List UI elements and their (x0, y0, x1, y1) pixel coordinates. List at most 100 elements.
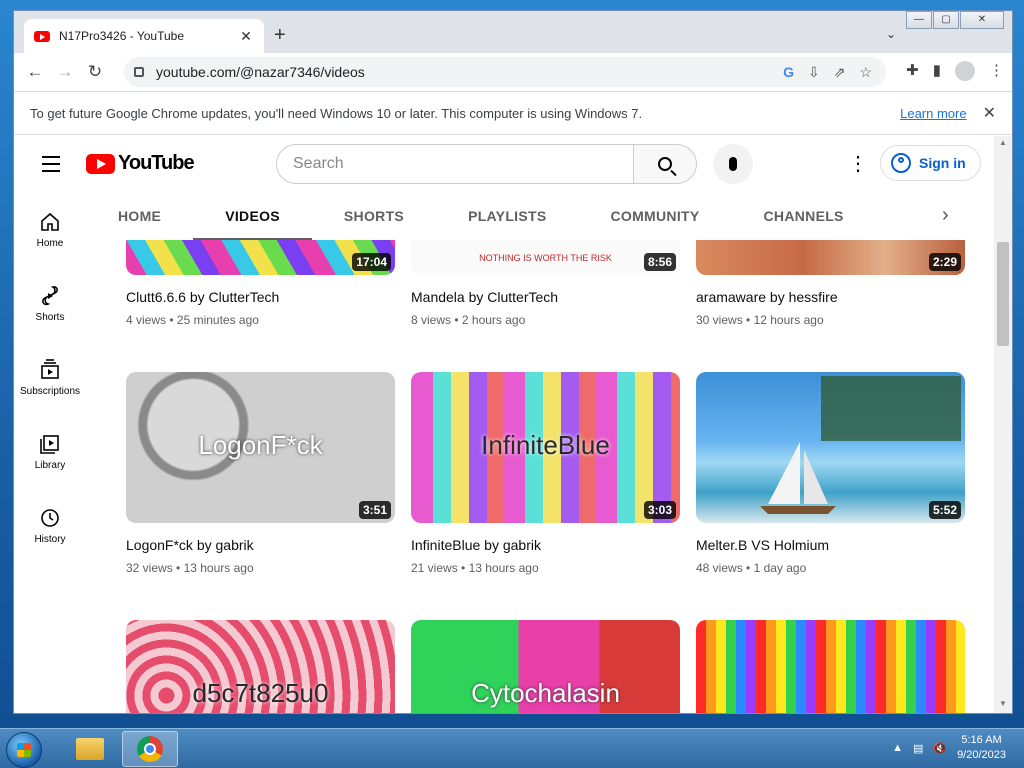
clock-time: 5:16 AM (961, 734, 1002, 746)
address-bar[interactable]: youtube.com/@nazar7346/videos G ⇩ ⇗ ☆ (124, 57, 886, 87)
tab-channels[interactable]: CHANNELS (732, 192, 876, 240)
video-card[interactable]: NOTHING IS WORTH THE RISK 8:56 Mandela b… (411, 240, 680, 327)
sidebar-item-history[interactable]: History (14, 488, 86, 558)
video-thumbnail[interactable]: Cytochalasin (411, 620, 680, 713)
video-meta: 4 views • 25 minutes ago (126, 313, 259, 327)
volume-muted-icon[interactable]: 🔇 (933, 742, 947, 755)
sidebar-item-subscriptions[interactable]: Subscriptions (14, 340, 86, 410)
upload-age: 13 hours ago (468, 561, 539, 575)
lock-icon[interactable] (134, 67, 144, 77)
video-title[interactable]: Clutt6.6.6 by ClutterTech (126, 289, 395, 305)
video-thumbnail[interactable] (696, 620, 965, 713)
video-meta: 21 views • 13 hours ago (411, 561, 539, 575)
browser-window: N17Pro3426 - YouTube ✕ + ⌄ — ▢ ✕ ← → ↻ y… (13, 10, 1013, 714)
video-thumbnail[interactable]: NOTHING IS WORTH THE RISK 8:56 (411, 240, 680, 275)
search-icon (658, 157, 672, 171)
window-controls: — ▢ ✕ (905, 11, 1004, 31)
video-card[interactable]: 17:04 Clutt6.6.6 by ClutterTech 4 views … (126, 240, 395, 327)
video-grid: 17:04 Clutt6.6.6 by ClutterTech 4 views … (86, 240, 996, 713)
video-card[interactable]: InfiniteBlue 3:03 InfiniteBlue by gabrik… (411, 372, 680, 575)
bookmark-star-icon[interactable]: ☆ (859, 64, 872, 81)
view-count: 8 views (411, 313, 452, 327)
view-count: 21 views (411, 561, 458, 575)
video-thumbnail[interactable]: 17:04 (126, 240, 395, 275)
scroll-down-arrow-icon[interactable]: ▼ (994, 699, 1012, 713)
search-input[interactable]: Search (276, 144, 634, 184)
share-icon[interactable]: ⇗ (834, 64, 846, 81)
view-count: 30 views (696, 313, 743, 327)
voice-search-button[interactable] (713, 144, 753, 184)
video-thumbnail[interactable]: d5c7t825u0 (126, 620, 395, 713)
video-title[interactable]: Melter.B VS Holmium (696, 537, 965, 553)
learn-more-link[interactable]: Learn more (900, 106, 966, 121)
browser-tab[interactable]: N17Pro3426 - YouTube ✕ (24, 19, 264, 53)
search-button[interactable] (633, 144, 697, 184)
video-title[interactable]: InfiniteBlue by gabrik (411, 537, 680, 553)
tab-community[interactable]: COMMUNITY (578, 192, 731, 240)
tab-close-icon[interactable]: ✕ (238, 28, 254, 45)
settings-menu-icon[interactable]: ⋮ (848, 152, 868, 176)
shorts-icon (42, 286, 58, 306)
forward-arrow-icon[interactable]: → (50, 62, 80, 82)
tab-playlists[interactable]: PLAYLISTS (436, 192, 578, 240)
tray-expand-icon[interactable]: ▲ (892, 742, 903, 754)
scroll-up-arrow-icon[interactable]: ▲ (994, 138, 1012, 152)
install-icon[interactable]: ⇩ (808, 64, 820, 81)
sidebar-item-home[interactable]: Home (14, 192, 86, 262)
page-scrollbar[interactable]: ▲ ▼ (994, 136, 1012, 713)
chevron-right-icon[interactable]: › (942, 204, 949, 227)
start-button[interactable] (6, 732, 42, 768)
tab-search-chevron-icon[interactable]: ⌄ (886, 27, 896, 41)
reload-icon[interactable]: ↻ (80, 62, 110, 82)
network-icon[interactable]: ▤ (913, 742, 923, 755)
video-thumbnail[interactable]: 2:29 (696, 240, 965, 275)
sidebar-item-shorts[interactable]: Shorts (14, 266, 86, 336)
url-text[interactable]: youtube.com/@nazar7346/videos (156, 64, 783, 80)
video-card[interactable] (696, 620, 965, 713)
taskbar-explorer[interactable] (62, 731, 118, 767)
sidebar-item-library[interactable]: Library (14, 414, 86, 484)
video-title[interactable]: LogonF*ck by gabrik (126, 537, 395, 553)
new-tab-icon[interactable]: + (274, 25, 286, 45)
extensions-icon[interactable]: ✚ (906, 61, 919, 81)
sidebar-label: Subscriptions (19, 386, 81, 397)
profile-avatar-icon[interactable] (955, 61, 975, 81)
video-card[interactable]: Cytochalasin (411, 620, 680, 713)
video-card[interactable]: 5:52 Melter.B VS Holmium 48 views • 1 da… (696, 372, 965, 575)
minimize-button[interactable]: — (906, 11, 932, 29)
back-arrow-icon[interactable]: ← (20, 62, 50, 82)
video-thumbnail[interactable]: LogonF*ck 3:51 (126, 372, 395, 523)
hamburger-menu-icon[interactable] (42, 156, 60, 177)
folder-icon (76, 738, 104, 760)
side-panel-icon[interactable]: ▮ (933, 61, 941, 81)
video-card[interactable]: LogonF*ck 3:51 LogonF*ck by gabrik 32 vi… (126, 372, 395, 575)
sign-in-label: Sign in (919, 155, 966, 171)
video-card[interactable]: d5c7t825u0 (126, 620, 395, 713)
tab-shorts[interactable]: SHORTS (312, 192, 436, 240)
close-window-button[interactable]: ✕ (960, 11, 1004, 29)
view-count: 32 views (126, 561, 173, 575)
scrollbar-thumb[interactable] (997, 242, 1009, 346)
taskbar-chrome[interactable] (122, 731, 178, 767)
video-title[interactable]: aramaware by hessfire (696, 289, 965, 305)
video-meta: 32 views • 13 hours ago (126, 561, 254, 575)
omnibox-actions: G ⇩ ⇗ ☆ (783, 64, 886, 81)
video-card[interactable]: 2:29 aramaware by hessfire 30 views • 12… (696, 240, 965, 327)
thumbnail-text: LogonF*ck (198, 430, 323, 460)
video-thumbnail[interactable]: InfiniteBlue 3:03 (411, 372, 680, 523)
clock[interactable]: 5:16 AM 9/20/2023 (957, 733, 1006, 763)
video-thumbnail[interactable]: 5:52 (696, 372, 965, 523)
system-tray: ▲ ▤ 🔇 5:16 AM 9/20/2023 (892, 733, 1006, 763)
video-meta: 30 views • 12 hours ago (696, 313, 824, 327)
tab-videos[interactable]: VIDEOS (193, 192, 312, 240)
video-title[interactable]: Mandela by ClutterTech (411, 289, 680, 305)
infobar-close-icon[interactable]: ✕ (983, 103, 996, 123)
youtube-logo[interactable]: YouTube (86, 152, 195, 175)
maximize-button[interactable]: ▢ (933, 11, 959, 29)
thumbnail-caption: NOTHING IS WORTH THE RISK (479, 253, 612, 263)
chrome-menu-icon[interactable]: ⋮ (989, 61, 1004, 81)
sign-in-button[interactable]: Sign in (880, 145, 981, 181)
library-icon (40, 435, 59, 454)
google-lens-icon[interactable]: G (783, 64, 794, 81)
tab-home[interactable]: HOME (86, 192, 193, 240)
